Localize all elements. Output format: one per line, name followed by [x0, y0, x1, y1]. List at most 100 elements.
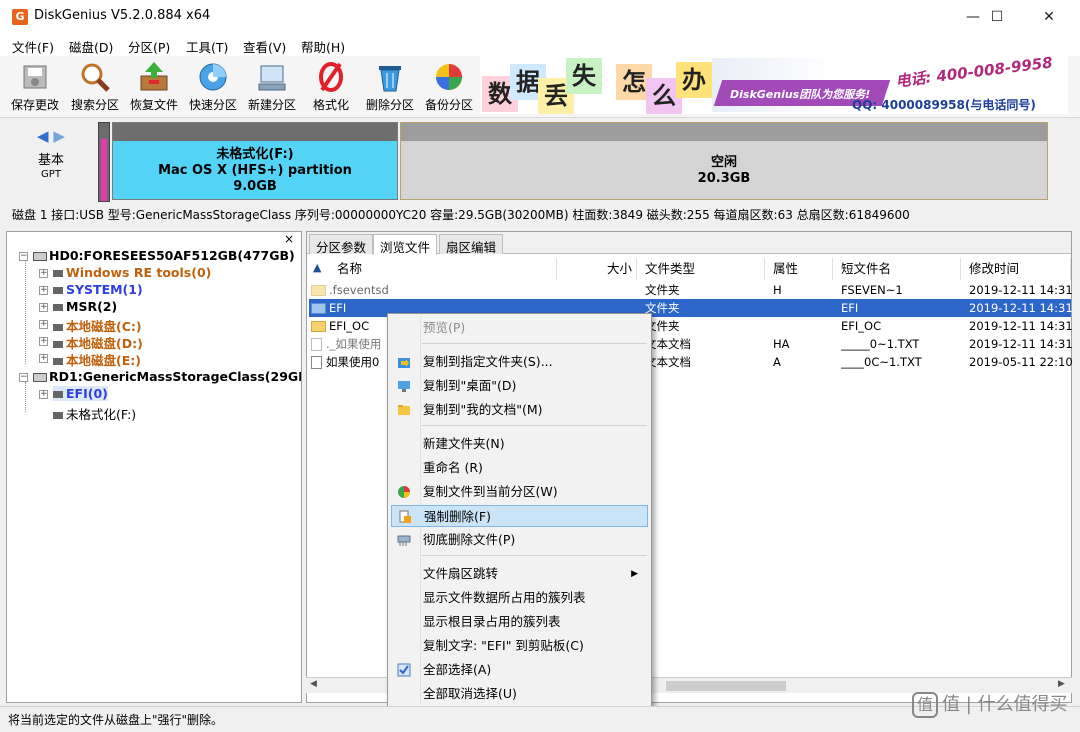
ctx-copy-to-docs[interactable]: 复制到"我的文档"(M): [391, 399, 648, 421]
next-disk-icon[interactable]: ▶: [53, 127, 65, 145]
status-text: 将当前选定的文件从磁盘上"强行"删除。: [8, 713, 224, 727]
partition-f-block[interactable]: 未格式化(F:) Mac OS X (HFS+) partition 9.0GB: [112, 122, 398, 200]
free-space-name: 空闲: [710, 155, 737, 170]
tree-node-system[interactable]: SYSTEM(1): [53, 282, 143, 297]
quick-partition-icon: [199, 63, 227, 91]
volume-icon: [53, 341, 63, 348]
scroll-left-icon[interactable]: ◀: [310, 679, 317, 689]
sort-up-icon[interactable]: ▲: [313, 261, 321, 274]
menu-help[interactable]: 帮助(H): [301, 37, 345, 56]
new-partition-icon: [258, 65, 286, 91]
col-mtime[interactable]: 修改时间: [963, 258, 1071, 280]
menu-file[interactable]: 文件(F): [12, 37, 54, 56]
tab-partition-params[interactable]: 分区参数: [309, 234, 374, 255]
expand-icon[interactable]: +: [39, 320, 48, 329]
tree-node-drive-f[interactable]: 未格式化(F:): [53, 404, 136, 423]
expand-icon[interactable]: +: [39, 303, 48, 312]
tree-close-button[interactable]: ×: [284, 232, 294, 246]
tree-node-efi[interactable]: EFI(0): [53, 386, 108, 401]
ctx-copy-text[interactable]: 复制文字: "EFI" 到剪贴板(C): [391, 635, 648, 657]
menu-tools[interactable]: 工具(T): [186, 37, 228, 56]
collapse-icon[interactable]: −: [19, 252, 28, 261]
efi-partition-block[interactable]: [98, 122, 110, 202]
file-name: ._如果使用: [326, 337, 382, 351]
tree-node-msr[interactable]: MSR(2): [53, 299, 117, 314]
tree-node-label: EFI(0): [66, 386, 108, 401]
expand-icon[interactable]: +: [39, 337, 48, 346]
file-name: EFI: [329, 301, 347, 315]
col-type[interactable]: 文件类型: [639, 258, 765, 280]
ctx-copy-to-folder[interactable]: 复制到指定文件夹(S)...: [391, 351, 648, 373]
tree-node-drive-e[interactable]: 本地磁盘(E:): [53, 350, 141, 369]
new-partition-button[interactable]: 新建分区: [243, 58, 301, 116]
menu-partition[interactable]: 分区(P): [128, 37, 170, 56]
file-row[interactable]: .fseventsd 文件夹 H FSEVEN~1 2019-12-11 14:…: [309, 281, 1073, 299]
tree-node-label: RD1:GenericMassStorageClass(29GB: [49, 369, 302, 384]
expand-icon[interactable]: +: [39, 269, 48, 278]
menu-disk[interactable]: 磁盘(D): [69, 37, 113, 56]
ctx-show-file-clusters[interactable]: 显示文件数据所占用的簇列表: [391, 587, 648, 609]
backup-partition-button[interactable]: 备份分区: [420, 58, 478, 116]
file-short: FSEVEN~1: [841, 283, 903, 297]
col-name[interactable]: 名称: [331, 258, 557, 280]
tree-node-label: MSR(2): [66, 299, 118, 314]
ctx-copy-to-current[interactable]: 复制文件到当前分区(W): [391, 481, 648, 503]
recover-files-button[interactable]: 恢复文件: [125, 58, 183, 116]
free-space-block[interactable]: 空闲 20.3GB: [400, 122, 1048, 200]
expand-icon[interactable]: +: [39, 354, 48, 363]
tree-node-windows-re[interactable]: Windows RE tools(0): [53, 265, 211, 280]
ctx-wipe-delete[interactable]: 彻底删除文件(P): [391, 529, 648, 551]
col-short-name[interactable]: 短文件名: [835, 258, 961, 280]
prev-disk-icon[interactable]: ◀: [37, 127, 49, 145]
ctx-force-delete[interactable]: 强制删除(F): [391, 505, 648, 527]
tree-node-label: 本地磁盘(C:): [66, 319, 142, 334]
tree-node-rd1[interactable]: RD1:GenericMassStorageClass(29GB: [33, 369, 302, 384]
text-file-icon: [311, 356, 322, 369]
checkbox-icon: [397, 663, 411, 677]
close-button[interactable]: ✕: [1026, 0, 1072, 34]
tree-node-label: HD0:FORESEES50AF512GB(477GB): [49, 248, 295, 263]
submenu-arrow-icon: ▶: [631, 569, 638, 579]
search-partition-button[interactable]: 搜索分区: [66, 58, 124, 116]
delete-partition-button[interactable]: 删除分区: [361, 58, 419, 116]
col-attr[interactable]: 属性: [767, 258, 833, 280]
promo-banner[interactable]: 数 据 丢 失 怎 么 办 DiskGenius团队为您服务! 电话: 400-…: [480, 56, 1068, 114]
ctx-select-all[interactable]: 全部选择(A): [391, 659, 648, 681]
col-size[interactable]: 大小: [557, 258, 637, 280]
ctx-copy-to-desktop[interactable]: 复制到"桌面"(D): [391, 375, 648, 397]
file-name: .fseventsd: [329, 283, 389, 297]
file-mtime: 2019-12-11 14:31: [969, 319, 1073, 333]
quick-partition-button[interactable]: 快速分区: [184, 58, 242, 116]
ctx-sector-jump[interactable]: 文件扇区跳转 ▶: [391, 563, 648, 585]
tree-node-label: Windows RE tools(0): [66, 265, 212, 280]
file-mtime: 2019-12-11 14:31: [969, 283, 1073, 297]
tab-sector-edit[interactable]: 扇区编辑: [439, 234, 504, 255]
menu-view[interactable]: 查看(V): [243, 37, 286, 56]
volume-icon: [53, 391, 63, 398]
ctx-new-folder[interactable]: 新建文件夹(N): [391, 433, 648, 455]
disk-nav-arrows[interactable]: ◀ ▶: [37, 127, 65, 145]
save-changes-button[interactable]: 保存更改: [6, 58, 64, 116]
free-space-size: 20.3GB: [697, 171, 751, 186]
ctx-preview[interactable]: 预览(P): [391, 317, 648, 339]
tree-node-label: 未格式化(F:): [66, 407, 137, 422]
expand-icon[interactable]: +: [39, 286, 48, 295]
file-short: EFI: [841, 301, 859, 315]
ctx-show-root-clusters[interactable]: 显示根目录占用的簇列表: [391, 611, 648, 633]
partition-pie-icon: [398, 486, 410, 498]
disk-map: ◀ ▶ 基本 GPT 未格式化(F:) Mac OS X (HFS+) part…: [0, 118, 1080, 204]
scroll-thumb[interactable]: [666, 681, 786, 691]
maximize-button[interactable]: ☐: [974, 0, 1020, 34]
folder-icon: [311, 321, 326, 332]
diskgenius-logo-icon: G: [12, 9, 28, 25]
ctx-rename[interactable]: 重命名 (R): [391, 457, 648, 479]
desktop-icon: [398, 381, 410, 392]
format-button[interactable]: 格式化: [302, 58, 360, 116]
ctx-deselect-all[interactable]: 全部取消选择(U): [391, 683, 648, 705]
collapse-icon[interactable]: −: [19, 373, 28, 382]
tree-node-hd0[interactable]: HD0:FORESEES50AF512GB(477GB): [33, 248, 295, 263]
disk-gpt-label: GPT: [41, 169, 61, 180]
expand-icon[interactable]: +: [39, 390, 48, 399]
tab-browse-files[interactable]: 浏览文件: [373, 234, 438, 255]
scroll-right-icon[interactable]: ▶: [1058, 679, 1065, 689]
